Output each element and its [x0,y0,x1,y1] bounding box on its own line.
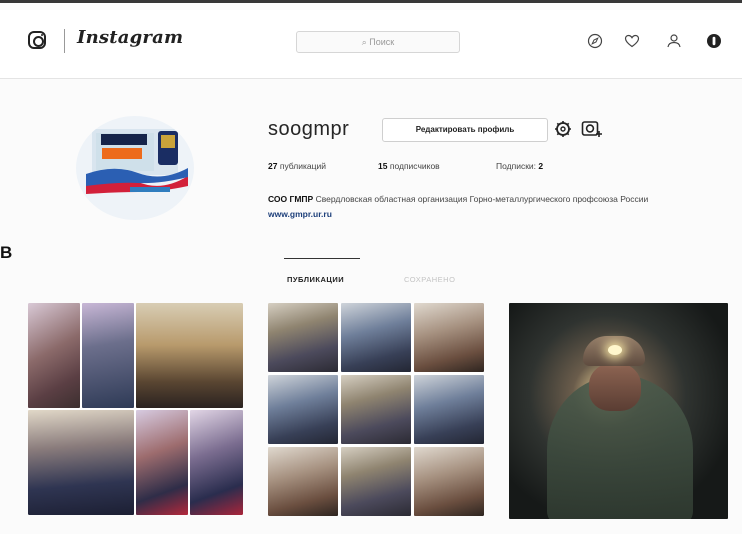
helmet-lamp [608,345,622,355]
notifications-icon[interactable] [706,33,722,49]
miner-face [589,363,641,411]
tab-saved[interactable]: СОХРАНЕНО [404,275,455,284]
following-label: Подписки: [496,161,537,171]
posts-count-stat[interactable]: 27 публикаций [268,161,326,171]
organization-logo-image [86,129,188,194]
profile-icon[interactable] [666,33,682,49]
collage-photo [414,447,484,516]
followers-count-stat[interactable]: 15 подписчиков [378,161,440,171]
collage-photo [341,447,411,516]
posts-count: 27 [268,161,278,171]
profile-avatar[interactable] [76,116,194,220]
bio-website-link[interactable]: www.gmpr.ur.ru [268,209,332,219]
page-side-letter: В [0,243,13,262]
collage-photo [268,375,338,444]
collage-photo [28,410,134,515]
collage-photo [28,303,80,408]
post-thumbnail-2[interactable] [268,303,484,516]
collage-photo [414,303,484,372]
collage-photo [414,375,484,444]
logo-divider [64,29,65,53]
profile-username: soogmpr [268,118,350,140]
following-count-stat[interactable]: Подписки: 2 [496,161,543,171]
instagram-wordmark[interactable]: Instagram [77,27,183,48]
following-count: 2 [538,161,544,171]
bio-text: Свердловская областная организация Горно… [313,194,649,204]
search-input[interactable]: ⌕ Поиск [296,31,460,53]
tab-posts[interactable]: ПУБЛИКАЦИИ [287,275,344,284]
heart-icon[interactable] [624,33,640,49]
active-tab-indicator [284,258,360,259]
collage-photo [268,303,338,372]
collage-photo [136,410,188,515]
instagram-camera-icon[interactable] [28,31,46,49]
collage-photo [190,410,243,515]
edit-profile-button[interactable]: Редактировать профиль [382,118,548,142]
profile-bio: СОО ГМПР Свердловская областная организа… [268,192,698,222]
settings-gear-icon[interactable] [554,120,572,138]
collage-photo [82,303,134,408]
post-thumbnail-3[interactable] [509,303,728,519]
page-top-border [0,0,742,3]
bio-name: СОО ГМПР [268,194,314,204]
followers-label: подписчиков [389,161,440,171]
collage-photo [341,303,411,372]
new-post-camera-icon[interactable] [581,118,603,140]
collage-photo [341,375,411,444]
followers-count: 15 [378,161,388,171]
post-thumbnail-1[interactable] [28,303,243,515]
collage-photo [268,447,338,516]
top-navigation-bar: Instagram ⌕ Поиск [0,0,742,79]
collage-photo [136,303,243,408]
posts-label: публикаций [279,161,326,171]
compass-icon[interactable] [587,33,603,49]
